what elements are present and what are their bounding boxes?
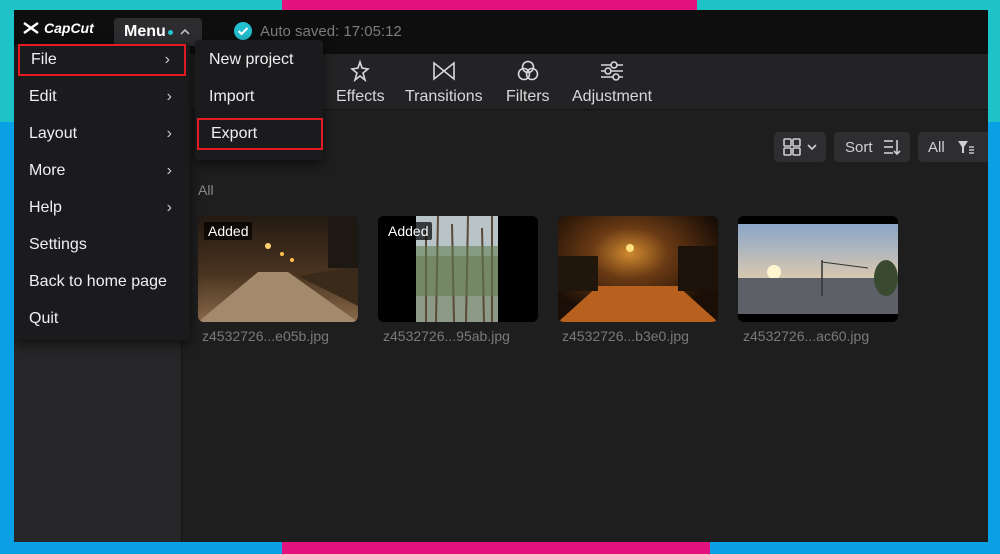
menu-item-label: More [29,162,66,179]
check-icon [234,22,252,40]
menu-item-help[interactable]: Help › [18,192,186,224]
tab-label: Filters [506,88,550,105]
submenu-item-new-project[interactable]: New project [197,44,323,76]
menu-item-back-to-home[interactable]: Back to home page [18,266,186,298]
media-thumbnail[interactable] [738,216,898,322]
view-mode-button[interactable] [774,132,826,162]
logo-text: CapCut [44,20,94,36]
menu-item-label: Quit [29,310,59,327]
capcut-logo: CapCut [22,20,94,36]
submenu-item-export[interactable]: Export [197,118,323,150]
tab-filters[interactable]: Filters [506,60,550,106]
media-filename: z4532726...e05b.jpg [202,328,329,344]
section-label: All [198,182,214,198]
sparkle-icon [350,60,371,82]
main-menu-dropdown: File › Edit › Layout › More › Help › Set… [14,44,190,340]
menu-item-quit[interactable]: Quit [18,303,186,335]
media-thumbnail[interactable] [558,216,718,322]
chevron-right-icon: › [166,88,172,105]
menu-button[interactable]: Menu [114,18,202,46]
filter-button[interactable]: All [918,132,988,162]
added-badge: Added [384,222,433,240]
tab-label: Adjustment [572,88,653,105]
frame-bar [0,0,282,10]
menu-item-layout[interactable]: Layout › [18,118,186,150]
menu-item-more[interactable]: More › [18,155,186,187]
frame-bar [0,10,14,122]
menu-button-label: Menu [124,23,166,40]
tab-label: Transitions [405,88,483,105]
media-thumbnail[interactable]: Added [198,216,358,322]
menu-item-file[interactable]: File › [18,44,186,76]
sort-label: Sort [845,138,873,156]
tab-adjustment[interactable]: Adjustment [572,60,652,106]
menu-item-edit[interactable]: Edit › [18,81,186,113]
menu-item-label: Layout [29,125,78,142]
added-badge: Added [204,222,253,240]
media-filename: z4532726...ac60.jpg [743,328,870,344]
frame-bar [988,10,1000,122]
circles-icon [517,60,539,81]
media-thumbnail[interactable]: Added [378,216,538,322]
submenu-item-label: New project [209,51,294,68]
submenu-item-label: Import [209,88,255,105]
frame-bar [710,542,1000,554]
menu-item-label: Back to home page [29,273,167,290]
grid-icon [783,138,801,156]
menu-item-label: Help [29,199,62,216]
menu-item-settings[interactable]: Settings [18,229,186,261]
frame-bar [697,0,1000,10]
menu-item-label: Settings [29,236,87,253]
chevron-right-icon: › [166,125,172,142]
file-submenu: New project Import Export [195,40,323,160]
chevron-right-icon: › [166,162,172,179]
chevron-right-icon: › [164,51,170,68]
chevron-up-icon [180,28,190,35]
filter-icon [957,141,974,154]
media-filename: z4532726...95ab.jpg [383,328,510,344]
sort-icon [883,140,901,156]
menu-item-label: Edit [29,88,57,105]
bowtie-icon [433,61,455,81]
tab-effects[interactable]: Effects [336,60,385,106]
media-filename: z4532726...b3e0.jpg [562,328,689,344]
menu-item-label: File [31,51,57,68]
submenu-item-label: Export [211,125,258,142]
filter-label: All [928,138,945,156]
sunset-image [738,216,898,322]
chevron-down-icon [807,144,817,151]
sort-button[interactable]: Sort [834,132,910,162]
frame-bar [0,542,282,554]
chevron-right-icon: › [166,199,172,216]
frame-bar [282,0,697,10]
notification-dot-icon [167,29,173,35]
frame-bar [282,542,710,554]
autosave-text: Auto saved: 17:05:12 [260,22,402,40]
sliders-icon [601,61,624,81]
capcut-logo-icon [23,22,39,34]
autosave-status: Auto saved: 17:05:12 [234,22,402,40]
night-street-image [558,216,718,322]
capcut-window: CapCut Menu Auto saved: 17:05:12 Effects [14,10,988,542]
tab-transitions[interactable]: Transitions [405,60,483,106]
tab-label: Effects [336,88,385,105]
submenu-item-import[interactable]: Import [197,81,323,113]
